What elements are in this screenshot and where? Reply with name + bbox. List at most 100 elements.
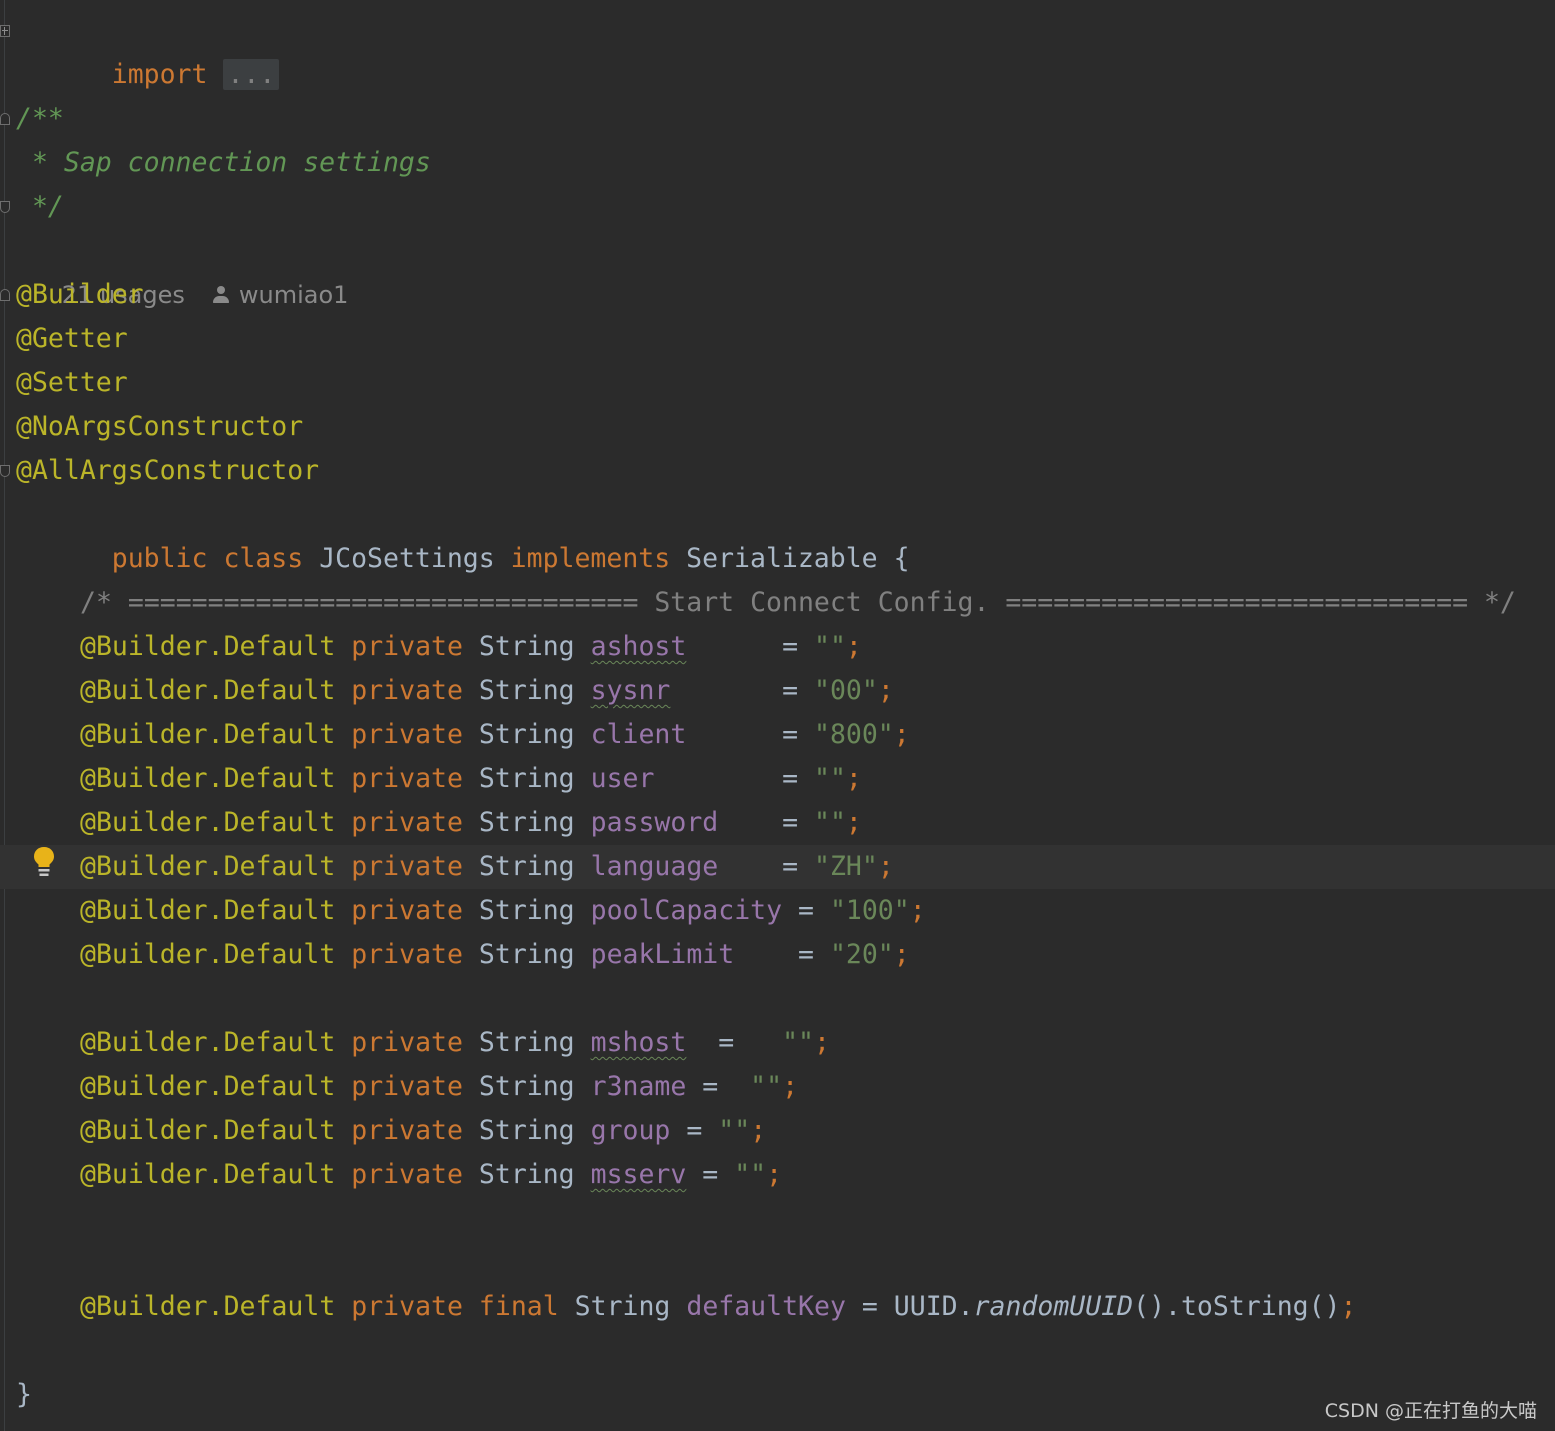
annotation-line[interactable]: @Setter xyxy=(0,361,1555,405)
annotation-line[interactable]: @Builder xyxy=(0,273,1555,317)
current-field-line[interactable]: @Builder.Default private String language… xyxy=(0,845,1555,889)
default-key-line[interactable]: @Builder.Default private final String de… xyxy=(0,1285,1555,1329)
private-keyword: private xyxy=(351,719,463,750)
semicolon: ; xyxy=(782,1071,799,1102)
to-string-call: ().toString() xyxy=(1133,1291,1341,1322)
private-keyword: private xyxy=(351,1291,463,1322)
closing-brace-line[interactable]: } xyxy=(0,1373,1555,1417)
field-line[interactable]: @Builder.Default private String group = … xyxy=(0,1109,1555,1153)
private-keyword: private xyxy=(351,763,463,794)
field-annotation: @Builder.Default xyxy=(80,1027,336,1058)
annotation-getter: @Getter xyxy=(16,323,128,354)
field-line[interactable]: @Builder.Default private String ashost =… xyxy=(0,625,1555,669)
field-annotation: @Builder.Default xyxy=(80,895,336,926)
field-annotation: @Builder.Default xyxy=(80,675,336,706)
field-assign: = xyxy=(686,631,814,662)
fold-start-icon[interactable] xyxy=(0,113,10,125)
field-name: defaultKey xyxy=(686,1291,846,1322)
field-value: "" xyxy=(750,1071,783,1102)
field-line[interactable]: @Builder.Default private String r3name =… xyxy=(0,1065,1555,1109)
field-line[interactable]: @Builder.Default private String peakLimi… xyxy=(0,933,1555,977)
annotation-line[interactable]: @Getter xyxy=(0,317,1555,361)
open-brace: { xyxy=(893,543,910,574)
field-annotation: @Builder.Default xyxy=(80,1159,336,1190)
annotation-setter: @Setter xyxy=(16,367,128,398)
fold-plus-icon[interactable] xyxy=(0,25,10,37)
random-uuid-method: randomUUID xyxy=(973,1291,1134,1322)
field-type: String xyxy=(478,1115,575,1146)
field-name: msserv xyxy=(590,1159,687,1190)
field-value: "" xyxy=(734,1159,767,1190)
semicolon: ; xyxy=(877,851,894,882)
field-name: client xyxy=(590,719,687,750)
fold-end-icon[interactable] xyxy=(0,201,10,213)
field-type: String xyxy=(478,763,575,794)
inlay-hints-line: 21 usages wumiao1 xyxy=(0,229,1555,309)
semicolon: ; xyxy=(845,807,862,838)
lightbulb-icon[interactable] xyxy=(33,846,55,878)
annotation-line[interactable]: @NoArgsConstructor xyxy=(0,405,1555,449)
code-editor[interactable]: import ... /** * Sap connection settings… xyxy=(0,0,1555,1431)
field-assign: = xyxy=(845,1291,894,1322)
field-name: group xyxy=(590,1115,671,1146)
public-keyword: public xyxy=(111,543,208,574)
field-value: "" xyxy=(813,763,846,794)
field-line[interactable]: @Builder.Default private String client =… xyxy=(0,713,1555,757)
field-annotation: @Builder.Default xyxy=(80,719,336,750)
field-assign: = xyxy=(782,895,830,926)
class-keyword: class xyxy=(223,543,304,574)
field-line[interactable]: @Builder.Default private String password… xyxy=(0,801,1555,845)
field-type: String xyxy=(478,1027,575,1058)
fold-end-icon[interactable] xyxy=(0,465,10,477)
field-assign: = xyxy=(686,719,814,750)
javadoc-open: /** xyxy=(16,103,64,134)
javadoc-close-line[interactable]: */ xyxy=(0,185,1555,229)
field-annotation: @Builder.Default xyxy=(80,1071,336,1102)
field-value: "" xyxy=(813,631,846,662)
field-annotation: @Builder.Default xyxy=(80,763,336,794)
semicolon: ; xyxy=(845,763,862,794)
field-line[interactable]: @Builder.Default private String msserv =… xyxy=(0,1153,1555,1197)
semicolon: ; xyxy=(1340,1291,1357,1322)
semicolon: ; xyxy=(845,631,862,662)
section-comment: /* ================================ Star… xyxy=(80,587,1516,618)
field-line[interactable]: @Builder.Default private String sysnr = … xyxy=(0,669,1555,713)
field-name: language xyxy=(590,851,719,882)
field-line[interactable]: @Builder.Default private String mshost =… xyxy=(0,1021,1555,1065)
private-keyword: private xyxy=(351,631,463,662)
field-value: "00" xyxy=(813,675,878,706)
field-assign: = xyxy=(670,675,814,706)
field-name: user xyxy=(590,763,655,794)
section-comment-line[interactable]: /* ================================ Star… xyxy=(0,581,1555,625)
annotation-line[interactable]: @AllArgsConstructor xyxy=(0,449,1555,493)
private-keyword: private xyxy=(351,1159,463,1190)
semicolon: ; xyxy=(877,675,894,706)
field-type: String xyxy=(478,851,575,882)
semicolon: ; xyxy=(814,1027,830,1058)
class-declaration-line[interactable]: public class JCoSettings implements Seri… xyxy=(0,493,1555,574)
field-type: String xyxy=(478,719,575,750)
field-line[interactable]: @Builder.Default private String user = "… xyxy=(0,757,1555,801)
field-annotation: @Builder.Default xyxy=(80,807,336,838)
watermark: CSDN @正在打鱼的大喵 xyxy=(1324,1400,1537,1422)
field-assign: = xyxy=(686,1159,735,1190)
field-name: r3name xyxy=(590,1071,687,1102)
private-keyword: private xyxy=(351,851,463,882)
final-keyword: final xyxy=(478,1291,559,1322)
field-name: password xyxy=(590,807,719,838)
field-type: String xyxy=(478,895,575,926)
field-name: peakLimit xyxy=(590,939,735,970)
annotation-builder: @Builder xyxy=(16,279,144,310)
javadoc-open-line[interactable]: /** xyxy=(0,97,1555,141)
field-name: ashost xyxy=(590,631,687,662)
annotation-all-args-constructor: @AllArgsConstructor xyxy=(16,455,320,486)
field-annotation: @Builder.Default xyxy=(80,939,336,970)
javadoc-text-line[interactable]: * Sap connection settings xyxy=(0,141,1555,185)
field-type: String xyxy=(574,1291,671,1322)
import-line[interactable]: import ... xyxy=(0,9,1555,90)
implements-keyword: implements xyxy=(510,543,671,574)
fold-start-icon[interactable] xyxy=(0,289,10,301)
field-line[interactable]: @Builder.Default private String poolCapa… xyxy=(0,889,1555,933)
field-type: String xyxy=(478,807,575,838)
folded-imports[interactable]: ... xyxy=(223,59,280,90)
